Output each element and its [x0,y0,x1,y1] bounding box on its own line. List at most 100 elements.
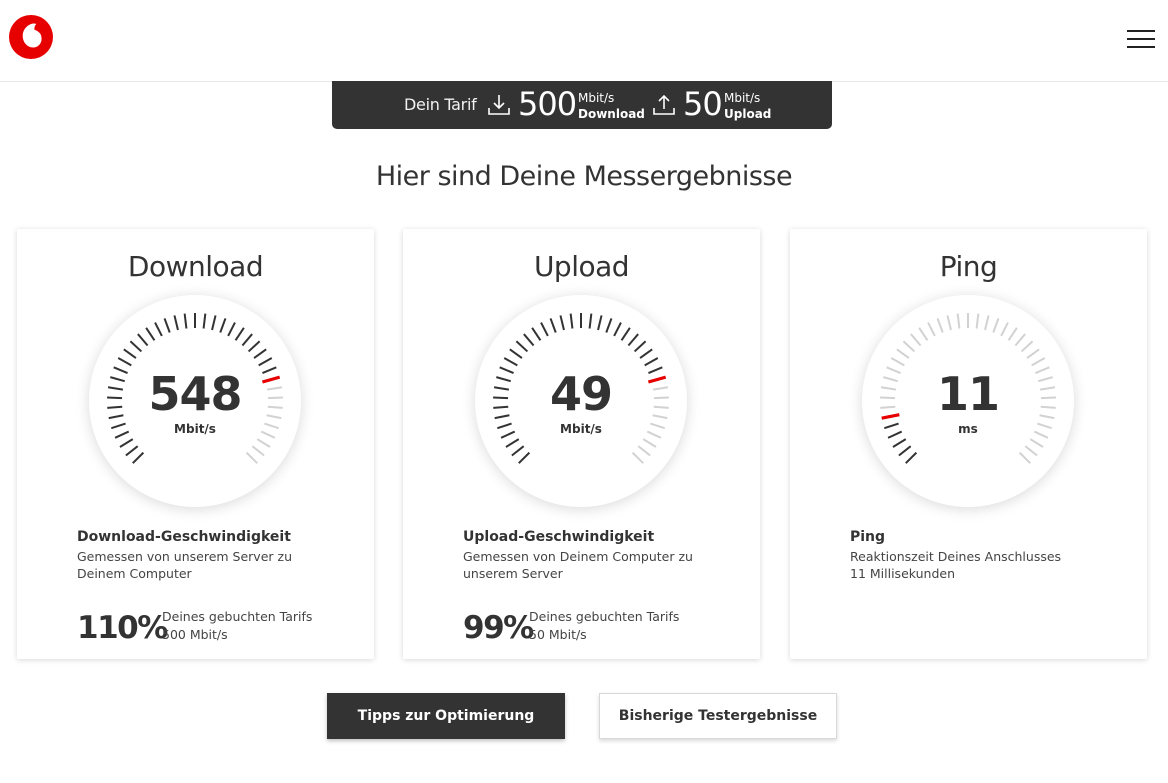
gauge-tick [245,451,258,464]
desc-text: Gemessen von unserem Server zu Deinem Co… [77,548,307,582]
gauge-tick [145,327,156,341]
gauge-tick [918,327,929,341]
gauge-tick [523,333,535,347]
gauge-tick [540,322,549,337]
gauge-tick [129,340,143,353]
gauge-value: 49 [549,367,613,421]
gauge-unit: Mbit/s [174,422,216,436]
gauge-tick [597,315,603,331]
card-title: Upload [533,250,630,283]
tariff-percent: 99% [463,610,534,646]
tariff-download-label: Download [578,107,645,121]
gauge-tick [588,313,593,329]
history-button[interactable]: Bisherige Testergebnisse [599,693,837,739]
gauge-tick [1020,340,1034,353]
desc-title: Upload-Geschwindigkeit [463,529,655,545]
gauge-tick [219,318,227,333]
desc-title: Download-Geschwindigkeit [77,529,291,545]
gauge-tick [119,438,134,448]
gauge-tick [936,318,944,333]
percent-line: 500 Mbit/s [162,627,228,642]
ping-gauge: 11 ms [862,295,1074,507]
gauge-tick [227,322,236,337]
desc-line: Deinem Computer [77,566,192,581]
gauge-unit: Mbit/s [560,422,602,436]
gauge-tick [896,348,910,359]
gauge-tick [1024,445,1038,457]
percent-line: 50 Mbit/s [529,627,587,642]
upload-gauge: 49 Mbit/s [475,295,687,507]
tariff-bar: Dein Tarif 500 Mbit/s Download 50 Mbit/s… [332,81,832,129]
gauge-tick [956,313,961,329]
gauge-tick [251,445,265,457]
gauge-tick [975,313,980,329]
hamburger-menu-icon[interactable] [1127,30,1155,50]
gauge-tick [117,357,132,367]
gauge-tick [211,315,217,331]
ping-card: Ping 11 ms Ping Reaktionszeit Deines Ans… [790,229,1147,659]
gauge-tick [173,315,179,331]
tariff-upload-label: Upload [724,107,772,121]
upload-icon [653,94,675,115]
desc-line: 11 Millisekunden [850,566,956,581]
gauge-tick [898,445,912,457]
percent-line: Deines gebuchten Tarifs [529,609,680,624]
gauge-tick [644,357,659,367]
tariff-percent: 110% [77,610,168,646]
vodafone-logo[interactable] [9,15,53,59]
gauge-tick [518,451,531,464]
gauge-tick [984,315,990,331]
gauge-tick [125,445,139,457]
gauge-tick [1014,333,1026,347]
desc-title: Ping [850,529,886,545]
gauge-tick [256,438,271,448]
gauge-tick [123,348,137,359]
gauge-value: 11 [936,367,1000,421]
gauge-tick [505,438,520,448]
gauge-tick [531,327,542,341]
gauge-tick [1018,451,1031,464]
upload-card: Upload 49 Mbit/s Upload-Geschwindigkeit … [403,229,760,659]
gauge-tick [241,333,253,347]
tariff-percent-text: Deines gebuchten Tarifs 500 Mbit/s [162,608,312,644]
gauge-tick [1026,348,1040,359]
gauge-tick [183,313,188,329]
card-title: Download [127,250,264,283]
tips-button[interactable]: Tipps zur Optimierung [327,693,565,739]
gauge-tick [910,333,922,347]
gauge-tick [132,451,145,464]
gauge-value: 548 [148,367,242,421]
download-icon [488,95,510,115]
gauge-tick [631,451,644,464]
desc-text: Gemessen von Deinem Computer zu unserem … [463,548,693,582]
tariff-download-unit: Mbit/s Download [578,90,645,122]
gauge-tick [627,333,639,347]
gauge-tick [569,313,574,329]
download-card: Download 548 Mbit/s Download-Geschwindig… [17,229,374,659]
tariff-download-unit-text: Mbit/s [578,91,615,105]
gauge-tick [509,348,523,359]
gauge-tick [503,357,518,367]
gauge-tick [549,318,557,333]
gauge-tick [890,357,905,367]
gauge-tick [137,333,149,347]
site-header [0,0,1168,82]
gauge-tick [605,318,613,333]
gauge-tick [559,315,565,331]
gauge-tick [639,348,653,359]
gauge-tick [1000,322,1009,337]
gauge-tick [946,315,952,331]
gauge-tick [637,445,651,457]
gauge-tick [1031,357,1046,367]
percent-line: Deines gebuchten Tarifs [162,609,313,624]
gauge-tick [247,340,261,353]
gauge-tick [515,340,529,353]
gauge-tick [892,438,907,448]
download-gauge: 548 Mbit/s [89,295,301,507]
tariff-label: Dein Tarif [404,95,477,114]
gauge-tick [1029,438,1044,448]
gauge-tick [613,322,622,337]
gauge-tick [154,322,163,337]
desc-line: Gemessen von unserem Server zu [77,549,292,564]
desc-line: Reaktionszeit Deines Anschlusses [850,549,1062,564]
